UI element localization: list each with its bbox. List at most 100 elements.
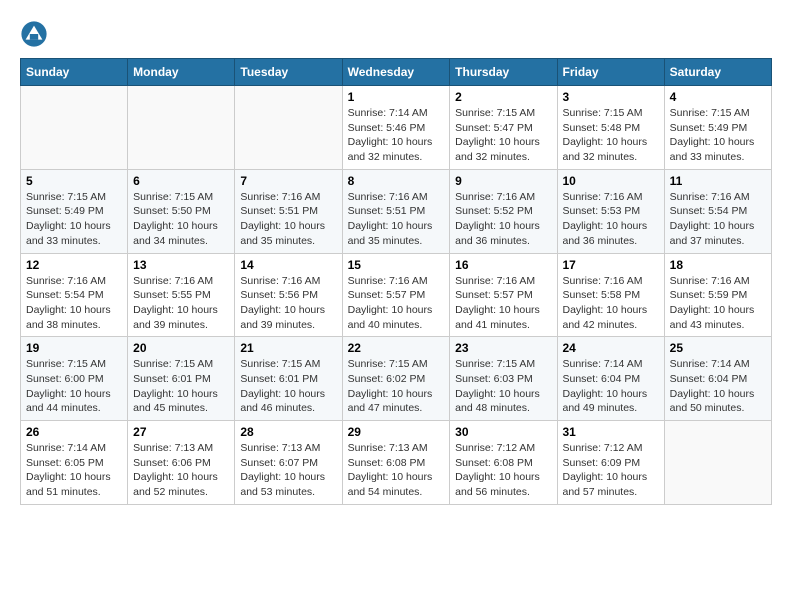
day-info: Sunrise: 7:15 AMSunset: 5:50 PMDaylight:… xyxy=(133,190,229,249)
weekday-header-sunday: Sunday xyxy=(21,59,128,86)
day-number: 2 xyxy=(455,90,551,104)
calendar-cell: 11 Sunrise: 7:16 AMSunset: 5:54 PMDayligh… xyxy=(664,169,771,253)
day-info: Sunrise: 7:14 AMSunset: 5:46 PMDaylight:… xyxy=(348,106,445,165)
day-info: Sunrise: 7:16 AMSunset: 5:51 PMDaylight:… xyxy=(240,190,336,249)
day-number: 16 xyxy=(455,258,551,272)
calendar-cell: 3 Sunrise: 7:15 AMSunset: 5:48 PMDaylight… xyxy=(557,86,664,170)
calendar-cell: 1Sunrise: 7:14 AMSunset: 5:46 PMDaylight… xyxy=(342,86,450,170)
calendar-cell: 16 Sunrise: 7:16 AMSunset: 5:57 PMDayligh… xyxy=(450,253,557,337)
day-number: 24 xyxy=(563,341,659,355)
calendar-cell: 18 Sunrise: 7:16 AMSunset: 5:59 PMDayligh… xyxy=(664,253,771,337)
day-info: Sunrise: 7:15 AMSunset: 5:49 PMDaylight:… xyxy=(670,106,766,165)
calendar-cell: 4 Sunrise: 7:15 AMSunset: 5:49 PMDaylight… xyxy=(664,86,771,170)
day-info: Sunrise: 7:14 AMSunset: 6:04 PMDaylight:… xyxy=(563,357,659,416)
calendar-cell: 19 Sunrise: 7:15 AMSunset: 6:00 PMDayligh… xyxy=(21,337,128,421)
calendar-cell: 12 Sunrise: 7:16 AMSunset: 5:54 PMDayligh… xyxy=(21,253,128,337)
day-info: Sunrise: 7:16 AMSunset: 5:54 PMDaylight:… xyxy=(26,274,122,333)
weekday-header-tuesday: Tuesday xyxy=(235,59,342,86)
calendar-cell: 24 Sunrise: 7:14 AMSunset: 6:04 PMDayligh… xyxy=(557,337,664,421)
weekday-header-monday: Monday xyxy=(128,59,235,86)
day-info: Sunrise: 7:12 AMSunset: 6:08 PMDaylight:… xyxy=(455,441,551,500)
day-number: 19 xyxy=(26,341,122,355)
calendar-cell: 28 Sunrise: 7:13 AMSunset: 6:07 PMDayligh… xyxy=(235,421,342,505)
calendar-cell: 17Sunrise: 7:16 AMSunset: 5:58 PMDayligh… xyxy=(557,253,664,337)
day-info: Sunrise: 7:15 AMSunset: 6:00 PMDaylight:… xyxy=(26,357,122,416)
day-info: Sunrise: 7:16 AMSunset: 5:52 PMDaylight:… xyxy=(455,190,551,249)
day-number: 23 xyxy=(455,341,551,355)
calendar-cell: 25Sunrise: 7:14 AMSunset: 6:04 PMDayligh… xyxy=(664,337,771,421)
day-info: Sunrise: 7:16 AMSunset: 5:56 PMDaylight:… xyxy=(240,274,336,333)
day-number: 25 xyxy=(670,341,766,355)
day-number: 11 xyxy=(670,174,766,188)
weekday-header-thursday: Thursday xyxy=(450,59,557,86)
calendar-cell: 22Sunrise: 7:15 AMSunset: 6:02 PMDayligh… xyxy=(342,337,450,421)
calendar-cell: 31 Sunrise: 7:12 AMSunset: 6:09 PMDayligh… xyxy=(557,421,664,505)
day-number: 3 xyxy=(563,90,659,104)
day-number: 20 xyxy=(133,341,229,355)
day-number: 9 xyxy=(455,174,551,188)
day-info: Sunrise: 7:15 AMSunset: 5:47 PMDaylight:… xyxy=(455,106,551,165)
calendar-cell: 5 Sunrise: 7:15 AMSunset: 5:49 PMDaylight… xyxy=(21,169,128,253)
day-info: Sunrise: 7:13 AMSunset: 6:06 PMDaylight:… xyxy=(133,441,229,500)
calendar-cell: 27 Sunrise: 7:13 AMSunset: 6:06 PMDayligh… xyxy=(128,421,235,505)
day-number: 14 xyxy=(240,258,336,272)
calendar-cell: 2 Sunrise: 7:15 AMSunset: 5:47 PMDaylight… xyxy=(450,86,557,170)
calendar-cell: 8Sunrise: 7:16 AMSunset: 5:51 PMDaylight… xyxy=(342,169,450,253)
calendar-cell xyxy=(235,86,342,170)
day-number: 26 xyxy=(26,425,122,439)
day-number: 5 xyxy=(26,174,122,188)
day-info: Sunrise: 7:15 AMSunset: 6:01 PMDaylight:… xyxy=(240,357,336,416)
day-info: Sunrise: 7:16 AMSunset: 5:54 PMDaylight:… xyxy=(670,190,766,249)
day-info: Sunrise: 7:16 AMSunset: 5:53 PMDaylight:… xyxy=(563,190,659,249)
day-number: 6 xyxy=(133,174,229,188)
calendar-cell: 15 Sunrise: 7:16 AMSunset: 5:57 PMDayligh… xyxy=(342,253,450,337)
calendar-cell: 21 Sunrise: 7:15 AMSunset: 6:01 PMDayligh… xyxy=(235,337,342,421)
calendar-cell: 6 Sunrise: 7:15 AMSunset: 5:50 PMDaylight… xyxy=(128,169,235,253)
day-info: Sunrise: 7:15 AMSunset: 5:48 PMDaylight:… xyxy=(563,106,659,165)
weekday-header-wednesday: Wednesday xyxy=(342,59,450,86)
day-number: 28 xyxy=(240,425,336,439)
day-number: 10 xyxy=(563,174,659,188)
calendar-table: SundayMondayTuesdayWednesdayThursdayFrid… xyxy=(20,58,772,505)
calendar-week-row: 1Sunrise: 7:14 AMSunset: 5:46 PMDaylight… xyxy=(21,86,772,170)
day-info: Sunrise: 7:15 AMSunset: 5:49 PMDaylight:… xyxy=(26,190,122,249)
calendar-cell: 9 Sunrise: 7:16 AMSunset: 5:52 PMDaylight… xyxy=(450,169,557,253)
weekday-header-friday: Friday xyxy=(557,59,664,86)
day-info: Sunrise: 7:16 AMSunset: 5:55 PMDaylight:… xyxy=(133,274,229,333)
day-info: Sunrise: 7:15 AMSunset: 6:02 PMDaylight:… xyxy=(348,357,445,416)
calendar-cell xyxy=(21,86,128,170)
day-number: 13 xyxy=(133,258,229,272)
day-info: Sunrise: 7:16 AMSunset: 5:59 PMDaylight:… xyxy=(670,274,766,333)
calendar-cell: 23Sunrise: 7:15 AMSunset: 6:03 PMDayligh… xyxy=(450,337,557,421)
day-number: 12 xyxy=(26,258,122,272)
day-number: 31 xyxy=(563,425,659,439)
calendar-cell: 13 Sunrise: 7:16 AMSunset: 5:55 PMDayligh… xyxy=(128,253,235,337)
day-number: 8 xyxy=(348,174,445,188)
day-number: 27 xyxy=(133,425,229,439)
calendar-week-row: 5 Sunrise: 7:15 AMSunset: 5:49 PMDaylight… xyxy=(21,169,772,253)
day-info: Sunrise: 7:16 AMSunset: 5:57 PMDaylight:… xyxy=(455,274,551,333)
calendar-week-row: 26 Sunrise: 7:14 AMSunset: 6:05 PMDayligh… xyxy=(21,421,772,505)
day-number: 29 xyxy=(348,425,445,439)
day-number: 4 xyxy=(670,90,766,104)
day-number: 18 xyxy=(670,258,766,272)
day-number: 21 xyxy=(240,341,336,355)
day-info: Sunrise: 7:14 AMSunset: 6:05 PMDaylight:… xyxy=(26,441,122,500)
calendar-cell: 30 Sunrise: 7:12 AMSunset: 6:08 PMDayligh… xyxy=(450,421,557,505)
day-info: Sunrise: 7:13 AMSunset: 6:07 PMDaylight:… xyxy=(240,441,336,500)
calendar-week-row: 12 Sunrise: 7:16 AMSunset: 5:54 PMDayligh… xyxy=(21,253,772,337)
calendar-cell: 20Sunrise: 7:15 AMSunset: 6:01 PMDayligh… xyxy=(128,337,235,421)
weekday-header-saturday: Saturday xyxy=(664,59,771,86)
day-number: 15 xyxy=(348,258,445,272)
logo xyxy=(20,20,52,48)
calendar-cell: 29Sunrise: 7:13 AMSunset: 6:08 PMDayligh… xyxy=(342,421,450,505)
day-number: 30 xyxy=(455,425,551,439)
calendar-cell: 7 Sunrise: 7:16 AMSunset: 5:51 PMDaylight… xyxy=(235,169,342,253)
day-info: Sunrise: 7:16 AMSunset: 5:57 PMDaylight:… xyxy=(348,274,445,333)
calendar-cell: 10 Sunrise: 7:16 AMSunset: 5:53 PMDayligh… xyxy=(557,169,664,253)
day-info: Sunrise: 7:12 AMSunset: 6:09 PMDaylight:… xyxy=(563,441,659,500)
day-info: Sunrise: 7:16 AMSunset: 5:58 PMDaylight:… xyxy=(563,274,659,333)
day-number: 7 xyxy=(240,174,336,188)
calendar-cell xyxy=(128,86,235,170)
logo-icon xyxy=(20,20,48,48)
